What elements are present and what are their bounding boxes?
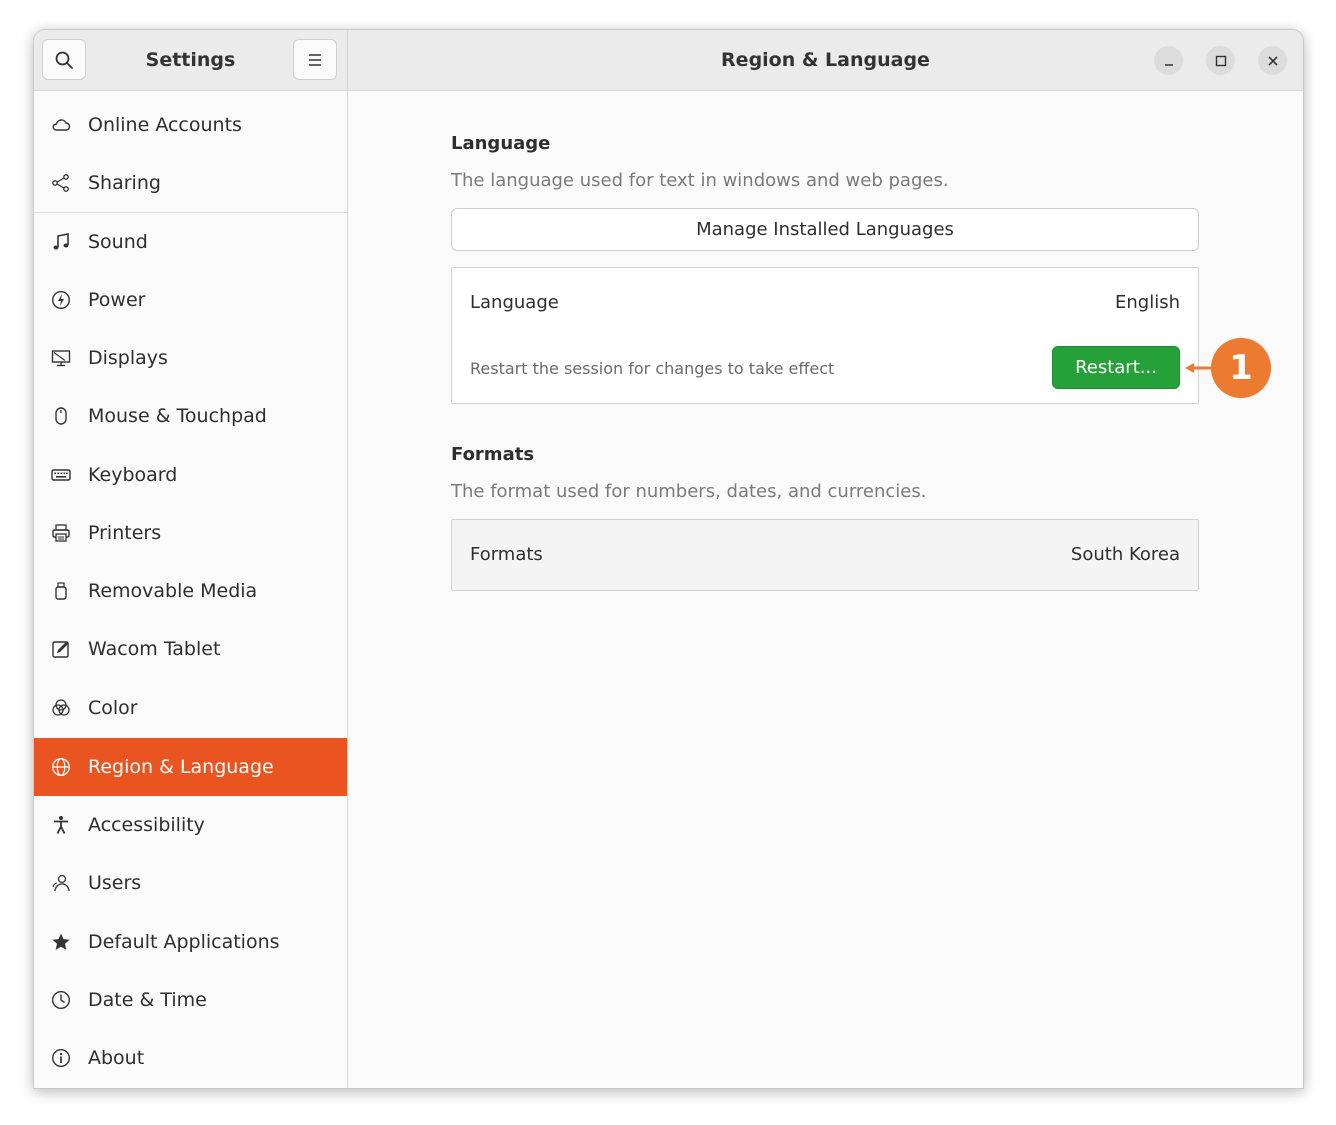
sidebar-header: Settings — [34, 30, 348, 91]
main-content: Language The language used for text in w… — [348, 91, 1303, 1088]
sidebar-item-date-time[interactable]: Date & Time — [34, 971, 347, 1029]
search-icon — [55, 51, 73, 69]
formats-row-label: Formats — [470, 544, 543, 565]
clock-icon — [51, 990, 71, 1010]
sidebar-item-sound[interactable]: Sound — [34, 213, 347, 271]
color-circles-icon — [52, 699, 70, 716]
users-icon — [52, 874, 70, 892]
sidebar-item-printers[interactable]: Printers — [34, 504, 347, 562]
close-icon — [1267, 55, 1278, 66]
sidebar-item-label: Keyboard — [88, 464, 178, 486]
close-button[interactable] — [1258, 46, 1287, 75]
search-button[interactable] — [42, 39, 86, 80]
minimize-icon — [1164, 63, 1173, 66]
sidebar-item-label: Wacom Tablet — [88, 638, 221, 660]
formats-section-description: The format used for numbers, dates, and … — [451, 481, 927, 502]
sidebar-item-label: Sharing — [88, 172, 161, 194]
sidebar-item-removable-media[interactable]: Removable Media — [34, 562, 347, 620]
sidebar-item-label: Mouse & Touchpad — [88, 405, 267, 427]
sidebar-item-label: Printers — [88, 522, 162, 544]
sidebar-item-label: Color — [88, 697, 138, 719]
tablet-pen-icon — [52, 641, 69, 658]
language-row-label: Language — [470, 292, 559, 313]
language-section-description: The language used for text in windows an… — [451, 170, 949, 191]
language-card: Language English Restart the session for… — [451, 267, 1199, 404]
maximize-icon — [1215, 55, 1226, 66]
music-note-icon — [53, 233, 69, 250]
sidebar-item-about[interactable]: About — [34, 1029, 347, 1087]
language-section-title: Language — [451, 133, 551, 154]
formats-section-title: Formats — [451, 444, 535, 465]
power-icon — [51, 290, 71, 310]
accessibility-icon — [54, 816, 68, 834]
keyboard-icon — [51, 469, 71, 481]
menu-button[interactable] — [293, 39, 337, 80]
share-icon — [52, 174, 69, 192]
sidebar-item-users[interactable]: Users — [34, 854, 347, 912]
sidebar-item-wacom-tablet[interactable]: Wacom Tablet — [34, 620, 347, 678]
sidebar-item-color[interactable]: Color — [34, 679, 347, 737]
sidebar-item-label: Online Accounts — [88, 114, 242, 136]
sidebar-item-mouse-touchpad[interactable]: Mouse & Touchpad — [34, 387, 347, 445]
minimize-button[interactable] — [1154, 46, 1183, 75]
sidebar-item-label: Region & Language — [88, 756, 274, 778]
sidebar-item-default-applications[interactable]: Default Applications — [34, 913, 347, 971]
sidebar-item-label: About — [88, 1047, 145, 1069]
sidebar-item-online-accounts[interactable]: Online Accounts — [34, 96, 347, 154]
sidebar-item-label: Accessibility — [88, 814, 205, 836]
sidebar-item-label: Date & Time — [88, 989, 207, 1011]
cloud-icon — [52, 119, 71, 131]
sidebar-item-label: Power — [88, 289, 146, 311]
step-callout: 1 — [1185, 338, 1271, 398]
sidebar-item-label: Default Applications — [88, 931, 280, 953]
sidebar: Online Accounts Sharing Sound Power Disp… — [34, 91, 348, 1088]
sidebar-item-displays[interactable]: Displays — [34, 329, 347, 387]
mouse-icon — [55, 407, 67, 425]
sidebar-item-label: Users — [88, 872, 142, 894]
hamburger-menu-icon — [309, 53, 321, 66]
manage-installed-languages-button[interactable]: Manage Installed Languages — [451, 208, 1199, 251]
sidebar-item-region-language[interactable]: Region & Language — [34, 738, 347, 796]
formats-row[interactable]: Formats South Korea — [451, 519, 1199, 591]
sidebar-item-label: Removable Media — [88, 580, 258, 602]
display-icon — [51, 350, 71, 367]
sidebar-item-accessibility[interactable]: Accessibility — [34, 796, 347, 854]
language-row-value[interactable]: English — [1115, 292, 1180, 313]
sidebar-item-sharing[interactable]: Sharing — [34, 154, 347, 212]
maximize-button[interactable] — [1206, 46, 1235, 75]
usb-drive-icon — [55, 582, 67, 600]
main-header: Region & Language — [348, 30, 1303, 91]
step-number-badge: 1 — [1211, 338, 1271, 398]
sidebar-item-label: Displays — [88, 347, 168, 369]
sidebar-item-power[interactable]: Power — [34, 271, 347, 329]
star-icon — [52, 933, 70, 950]
printer-icon — [52, 524, 70, 542]
sidebar-item-keyboard[interactable]: Keyboard — [34, 446, 347, 504]
sidebar-item-label: Sound — [88, 231, 148, 253]
restart-hint: Restart the session for changes to take … — [470, 359, 835, 378]
restart-button[interactable]: Restart... — [1052, 346, 1180, 389]
globe-icon — [52, 758, 70, 776]
settings-window: Settings Region & Language Online Accoun… — [33, 29, 1304, 1089]
formats-row-value: South Korea — [1070, 544, 1180, 565]
info-icon — [51, 1048, 71, 1068]
